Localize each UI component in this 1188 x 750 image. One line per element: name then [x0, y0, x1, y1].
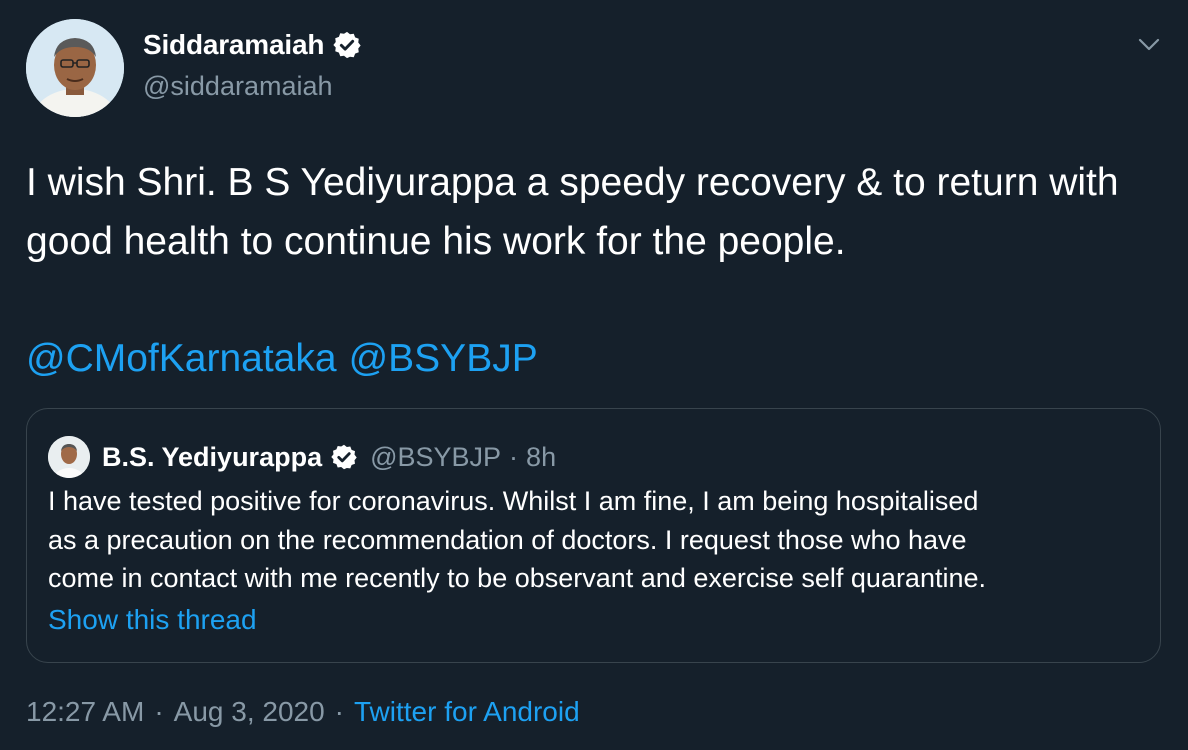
quoted-text-line: as a precaution on the recommendation of… — [48, 524, 967, 555]
tweet-mentions: @CMofKarnataka @BSYBJP — [26, 332, 538, 386]
quoted-text-line: I have tested positive for coronavirus. … — [48, 486, 979, 516]
quoted-author-name[interactable]: B.S. Yediyurappa — [102, 442, 322, 473]
author-handle[interactable]: @siddaramaiah — [143, 71, 333, 102]
author-display-name[interactable]: Siddaramaiah — [143, 29, 324, 61]
quoted-tweet-text: I have tested positive for coronavirus. … — [48, 482, 1148, 598]
tweet-footer: 12:27 AM · Aug 3, 2020 · Twitter for And… — [26, 696, 580, 728]
verified-badge-icon — [330, 443, 358, 471]
quoted-text-line: come in contact with me recently to be o… — [48, 563, 986, 593]
chevron-down-icon[interactable] — [1134, 30, 1164, 60]
author-name-row: Siddaramaiah — [143, 29, 362, 61]
quoted-tweet-time[interactable]: 8h — [526, 442, 556, 473]
show-thread-link[interactable]: Show this thread — [48, 604, 257, 636]
author-avatar[interactable] — [26, 19, 124, 117]
tweet-time[interactable]: 12:27 AM — [26, 696, 144, 728]
tweet: Siddaramaiah @siddaramaiah I wish Shri. … — [0, 0, 1188, 750]
mention-link[interactable]: @BSYBJP — [349, 332, 538, 386]
quoted-author-handle[interactable]: @BSYBJP — [370, 442, 501, 473]
quoted-tweet-header: B.S. Yediyurappa @BSYBJP · 8h — [48, 436, 556, 478]
separator-dot: · — [334, 696, 344, 727]
tweet-date[interactable]: Aug 3, 2020 — [174, 696, 325, 728]
mention-link[interactable]: @CMofKarnataka — [26, 332, 337, 386]
verified-badge-icon — [332, 30, 362, 60]
quoted-author-avatar[interactable] — [48, 436, 90, 478]
tweet-text: I wish Shri. B S Yediyurappa a speedy re… — [26, 161, 1119, 263]
tweet-source-link[interactable]: Twitter for Android — [354, 696, 580, 728]
separator-dot: · — [154, 696, 164, 727]
quoted-tweet[interactable]: B.S. Yediyurappa @BSYBJP · 8h I have tes… — [26, 408, 1161, 663]
separator-dot: · — [509, 441, 519, 472]
